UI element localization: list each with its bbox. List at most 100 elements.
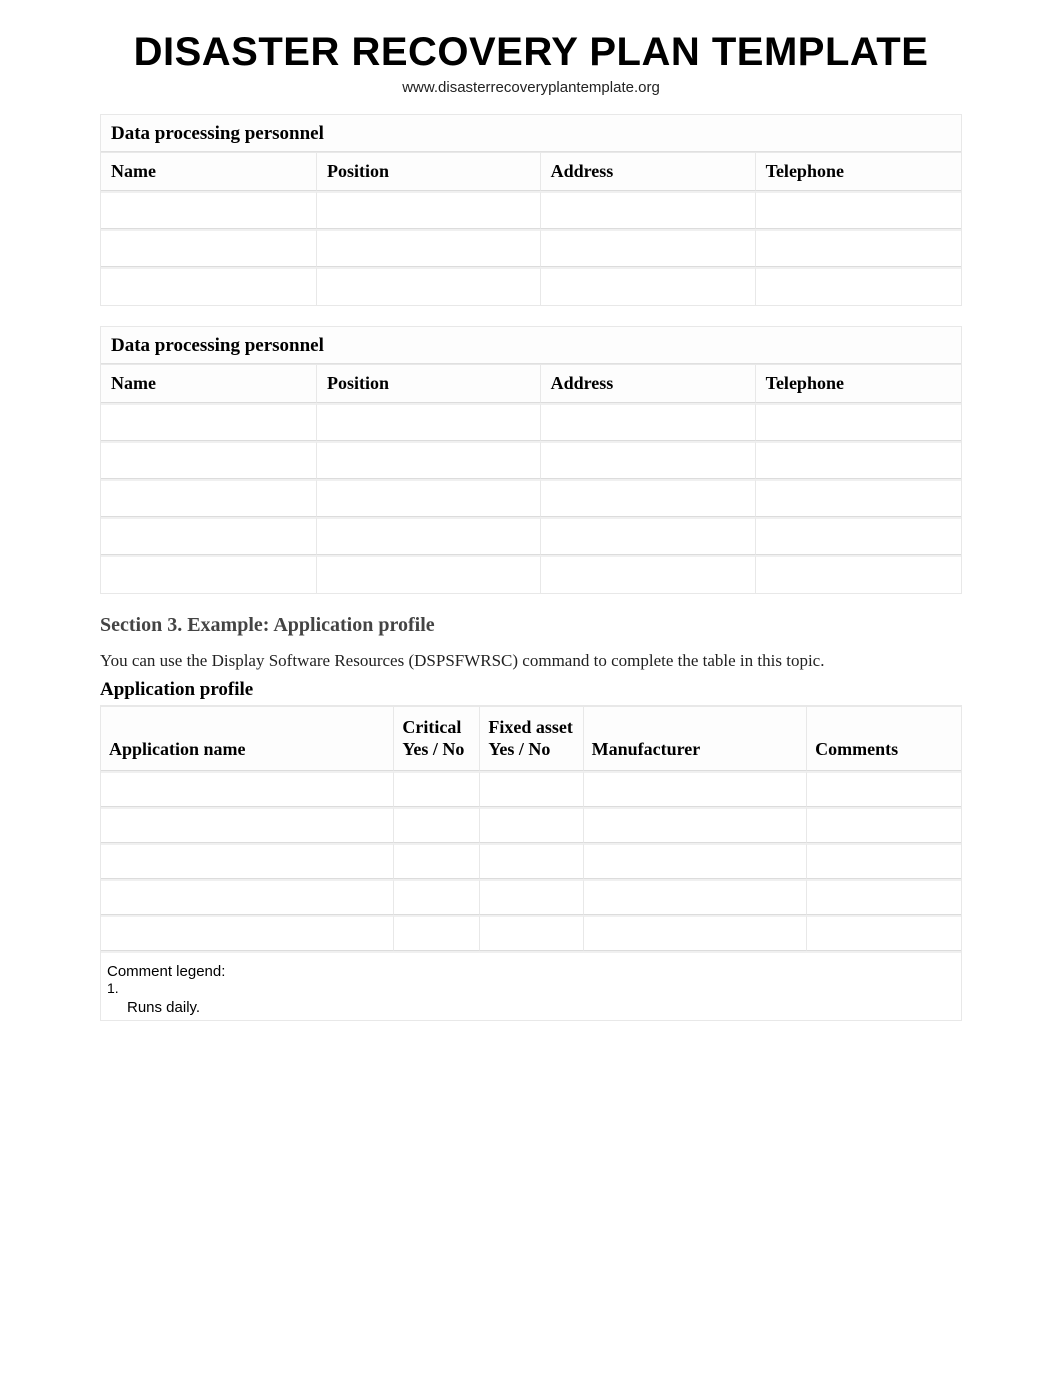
cell-position[interactable] [316, 403, 540, 441]
cell-position[interactable] [316, 267, 540, 305]
col-name: Name [101, 364, 316, 403]
cell-telephone[interactable] [755, 403, 961, 441]
cell-position[interactable] [316, 441, 540, 479]
cell-address[interactable] [540, 267, 755, 305]
personnel-table-a: Data processing personnel Name Position … [100, 114, 962, 306]
cell-name[interactable] [101, 555, 316, 593]
cell-app-name[interactable] [101, 843, 393, 879]
col-critical: Critical Yes / No [393, 706, 479, 771]
cell-name[interactable] [101, 191, 316, 229]
profile-table-title: Application profile [100, 679, 962, 701]
legend-text: Runs daily. [107, 999, 200, 1016]
col-position: Position [316, 152, 540, 191]
cell-fixed-asset[interactable] [479, 879, 582, 915]
cell-address[interactable] [540, 555, 755, 593]
cell-name[interactable] [101, 229, 316, 267]
table-row [101, 843, 961, 879]
col-name: Name [101, 152, 316, 191]
table-row [101, 441, 961, 479]
col-manufacturer: Manufacturer [583, 706, 807, 771]
col-telephone: Telephone [755, 364, 961, 403]
application-profile-table: Application name Critical Yes / No Fixed… [100, 705, 962, 1021]
cell-app-name[interactable] [101, 915, 393, 951]
cell-manufacturer[interactable] [583, 771, 807, 807]
legend-row: Comment legend: 1. Runs daily. [101, 951, 961, 1020]
cell-fixed-asset[interactable] [479, 771, 582, 807]
cell-position[interactable] [316, 517, 540, 555]
page-url: www.disasterrecoveryplantemplate.org [100, 79, 962, 96]
cell-position[interactable] [316, 479, 540, 517]
cell-name[interactable] [101, 441, 316, 479]
table-row [101, 229, 961, 267]
cell-manufacturer[interactable] [583, 915, 807, 951]
cell-position[interactable] [316, 191, 540, 229]
cell-address[interactable] [540, 441, 755, 479]
section-text: You can use the Display Software Resourc… [100, 651, 962, 671]
cell-critical[interactable] [393, 807, 479, 843]
cell-telephone[interactable] [755, 441, 961, 479]
legend-item: 1. Runs daily. [107, 980, 955, 1016]
cell-comments[interactable] [806, 771, 961, 807]
table-row [101, 771, 961, 807]
col-application-name: Application name [101, 706, 393, 771]
cell-comments[interactable] [806, 915, 961, 951]
cell-telephone[interactable] [755, 267, 961, 305]
cell-critical[interactable] [393, 879, 479, 915]
cell-position[interactable] [316, 555, 540, 593]
table-row [101, 915, 961, 951]
table-row [101, 879, 961, 915]
cell-address[interactable] [540, 191, 755, 229]
cell-app-name[interactable] [101, 807, 393, 843]
col-address: Address [540, 364, 755, 403]
table-title: Data processing personnel [101, 327, 961, 364]
section-heading: Section 3. Example: Application profile [100, 614, 962, 637]
cell-comments[interactable] [806, 843, 961, 879]
table-header-row: Name Position Address Telephone [101, 152, 961, 191]
table-row [101, 191, 961, 229]
table-header-row: Name Position Address Telephone [101, 364, 961, 403]
cell-critical[interactable] [393, 915, 479, 951]
col-fixed-asset: Fixed asset Yes / No [479, 706, 582, 771]
cell-manufacturer[interactable] [583, 879, 807, 915]
table-row [101, 403, 961, 441]
legend-title: Comment legend: [107, 963, 955, 980]
cell-fixed-asset[interactable] [479, 807, 582, 843]
col-telephone: Telephone [755, 152, 961, 191]
cell-manufacturer[interactable] [583, 807, 807, 843]
table-row [101, 517, 961, 555]
cell-name[interactable] [101, 479, 316, 517]
cell-telephone[interactable] [755, 191, 961, 229]
cell-position[interactable] [316, 229, 540, 267]
cell-fixed-asset[interactable] [479, 843, 582, 879]
cell-telephone[interactable] [755, 479, 961, 517]
table-row [101, 267, 961, 305]
cell-address[interactable] [540, 517, 755, 555]
cell-app-name[interactable] [101, 879, 393, 915]
col-position: Position [316, 364, 540, 403]
cell-name[interactable] [101, 403, 316, 441]
legend-num: 1. [107, 980, 137, 996]
personnel-table-b: Data processing personnel Name Position … [100, 326, 962, 594]
col-comments: Comments [806, 706, 961, 771]
cell-address[interactable] [540, 403, 755, 441]
table-row [101, 479, 961, 517]
page-title: DISASTER RECOVERY PLAN TEMPLATE [100, 30, 962, 75]
col-address: Address [540, 152, 755, 191]
cell-comments[interactable] [806, 879, 961, 915]
cell-telephone[interactable] [755, 229, 961, 267]
cell-name[interactable] [101, 267, 316, 305]
cell-name[interactable] [101, 517, 316, 555]
table-row [101, 555, 961, 593]
cell-address[interactable] [540, 229, 755, 267]
table-header-row: Application name Critical Yes / No Fixed… [101, 706, 961, 771]
table-row [101, 807, 961, 843]
cell-critical[interactable] [393, 771, 479, 807]
cell-fixed-asset[interactable] [479, 915, 582, 951]
cell-manufacturer[interactable] [583, 843, 807, 879]
cell-address[interactable] [540, 479, 755, 517]
cell-telephone[interactable] [755, 517, 961, 555]
cell-critical[interactable] [393, 843, 479, 879]
cell-app-name[interactable] [101, 771, 393, 807]
cell-comments[interactable] [806, 807, 961, 843]
cell-telephone[interactable] [755, 555, 961, 593]
